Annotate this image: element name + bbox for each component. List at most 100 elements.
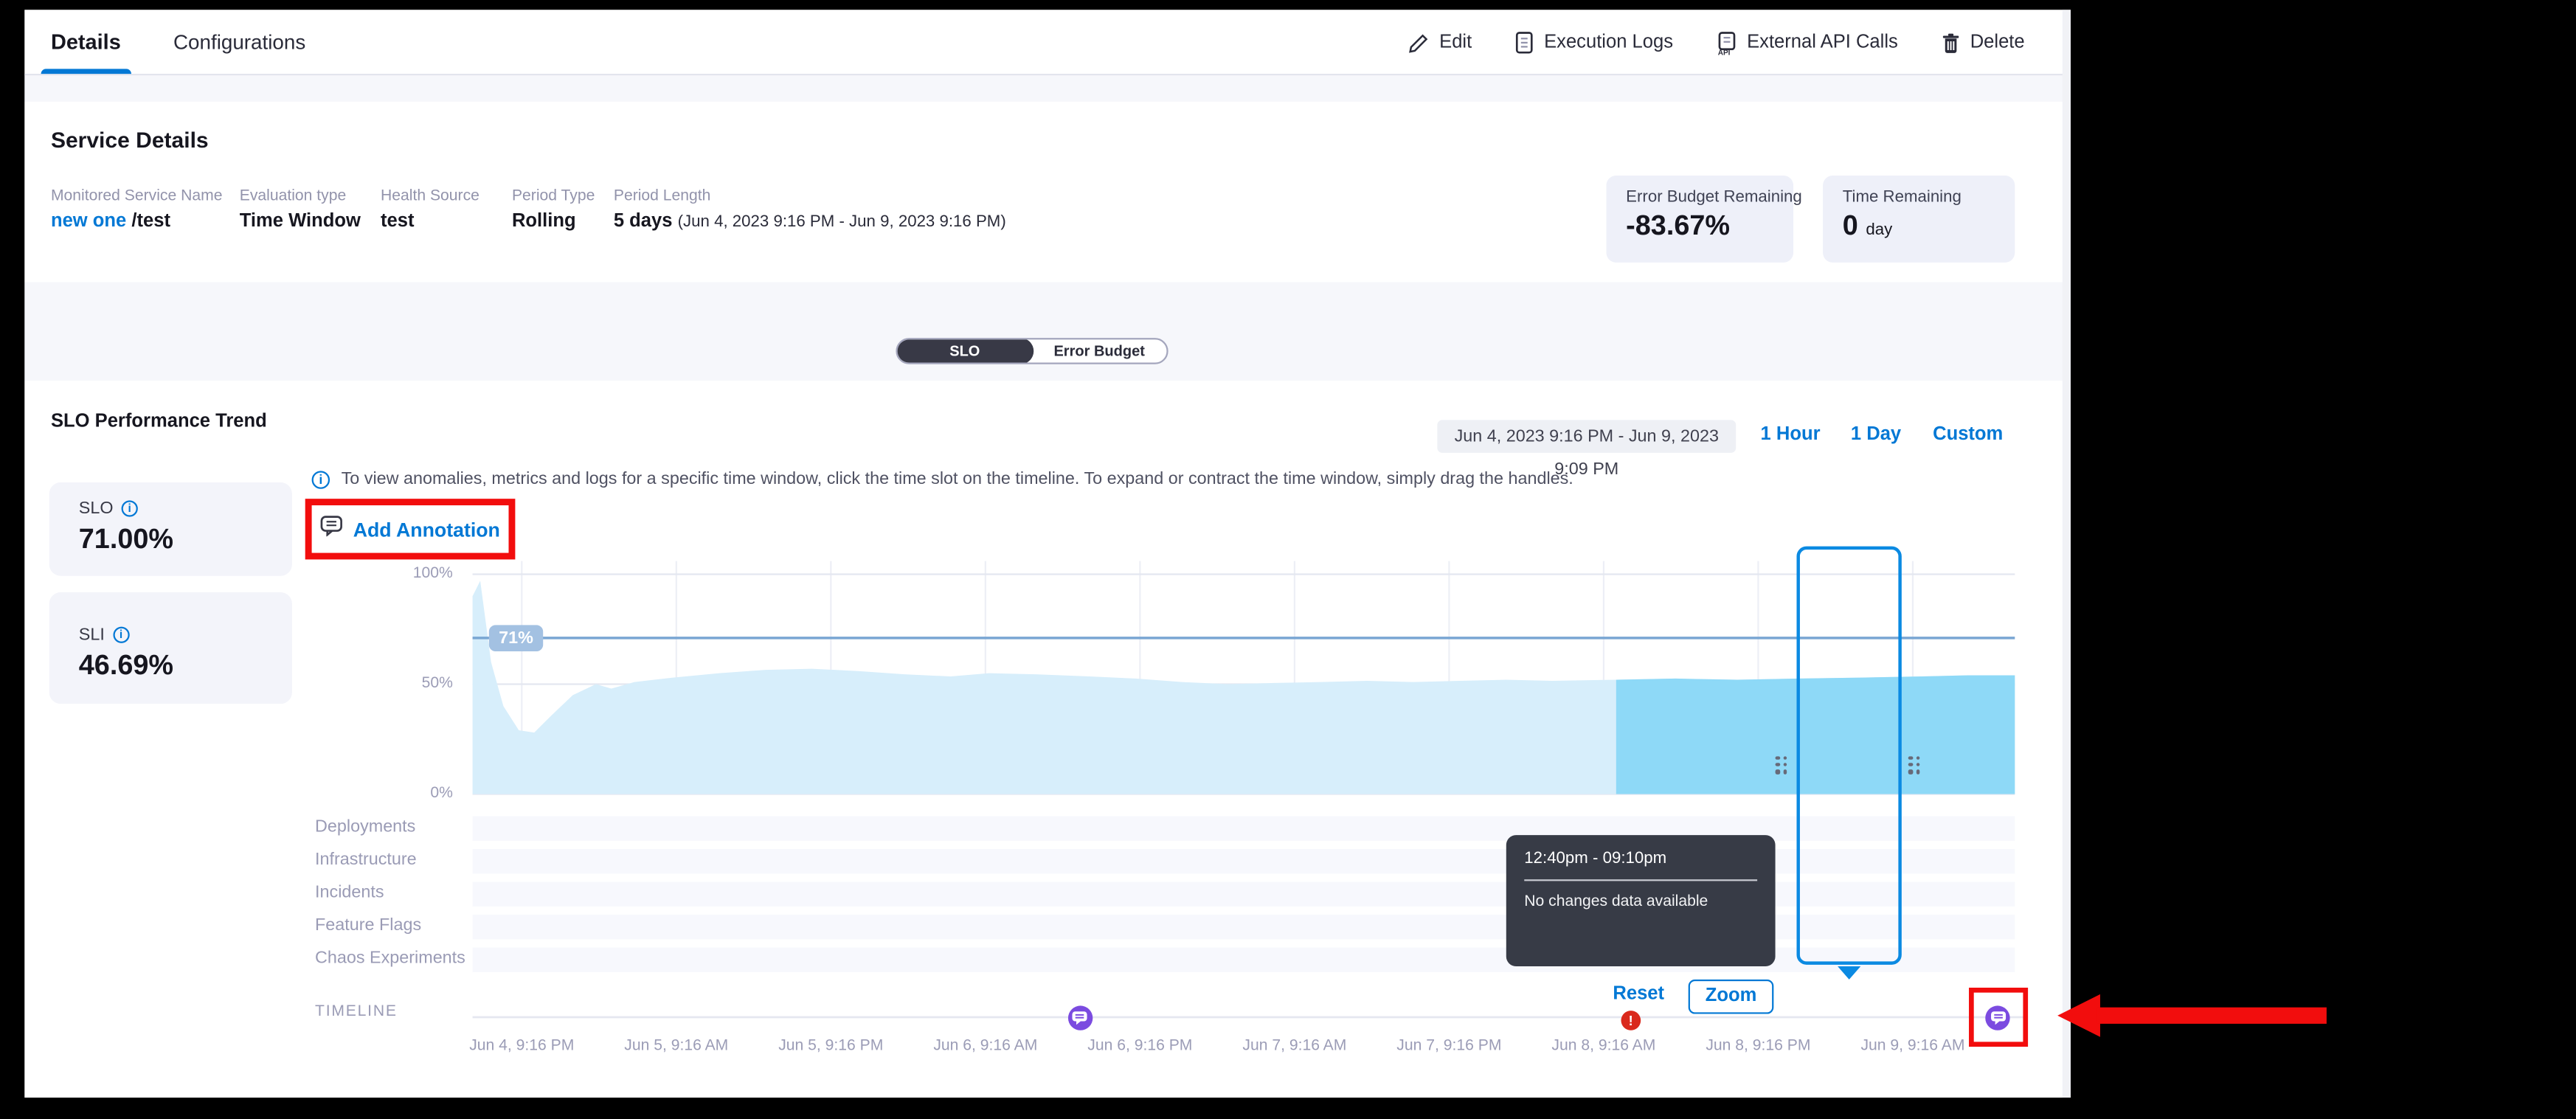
add-annotation-button[interactable]: Add Annotation [305,499,516,559]
stat-value: 0 [1843,210,1858,241]
external-api-calls-label: External API Calls [1747,32,1898,52]
selection-pointer-triangle [1838,966,1861,980]
x-tick: Jun 7, 9:16 AM [1242,1037,1346,1055]
y-tick: 50% [402,674,453,692]
speech-bubble-icon [320,514,343,544]
tooltip-time-range: 12:40pm - 09:10pm [1524,850,1757,867]
field-monitored-service-name: Monitored Service Name new one /test [51,187,240,232]
time-window-selection[interactable] [1796,547,1901,965]
sli-metric-label: SLI [79,625,105,645]
slo-metric-label: SLO [79,499,114,519]
lane-label-feature-flags: Feature Flags [315,915,421,935]
selection-drag-handle-left[interactable] [1776,756,1790,777]
toggle-option-slo[interactable]: SLO [896,338,1033,364]
range-link-1-hour[interactable]: 1 Hour [1761,425,1821,445]
add-annotation-label: Add Annotation [353,518,500,541]
highlight-arrow-shaft [2097,1008,2327,1024]
highlight-arrow-head [2057,994,2100,1037]
field-period-type: Period Type Rolling [512,187,614,232]
execution-logs-label: Execution Logs [1544,32,1673,52]
delete-button[interactable]: Delete [1941,32,2025,53]
lane-label-chaos-experiments: Chaos Experiments [315,949,465,969]
x-tick: Jun 5, 9:16 AM [624,1037,728,1055]
x-tick: Jun 4, 9:16 PM [469,1037,574,1055]
date-range-chip[interactable]: Jun 4, 2023 9:16 PM - Jun 9, 2023 9:09 P… [1437,420,1736,452]
y-tick: 100% [402,564,453,582]
field-value: Rolling [512,212,614,232]
field-label: Health Source [381,187,512,205]
range-link-custom[interactable]: Custom [1933,425,2003,445]
time-remaining-box: Time Remaining 0 day [1823,176,2015,263]
field-label: Evaluation type [240,187,381,205]
field-label: Monitored Service Name [51,187,240,205]
scrollbar[interactable] [2063,10,2071,1098]
reset-button[interactable]: Reset [1613,985,1664,1005]
tab-details[interactable]: Details [44,10,128,74]
field-period-length: Period Length 5 days (Jun 4, 2023 9:16 P… [614,187,1006,232]
slo-metric-value: 71.00% [79,524,263,556]
stat-value: -83.67% [1626,210,1773,243]
edit-button[interactable]: Edit [1408,32,1472,53]
field-health-source: Health Source test [381,187,512,232]
x-tick: Jun 8, 9:16 AM [1551,1037,1655,1055]
error-budget-remaining-box: Error Budget Remaining -83.67% [1606,176,1793,263]
tooltip-divider [1524,879,1757,881]
pencil-icon [1408,32,1430,53]
execution-logs-button[interactable]: Execution Logs [1514,31,1673,54]
tab-details-label: Details [51,30,121,54]
service-details-title: Service Details [51,128,209,152]
annotation-marker-icon[interactable] [1068,1005,1093,1029]
timeline-label: TIMELINE [315,1002,398,1020]
x-tick: Jun 8, 9:16 PM [1706,1037,1810,1055]
field-value: test [381,212,512,232]
screenshot-canvas: Details Configurations Edit Execution Lo… [0,0,2576,1119]
stat-unit: day [1866,221,1892,239]
slo-metric-box: SLO 71.00% [49,482,292,576]
document-icon [1514,31,1534,54]
x-tick: Jun 9, 9:16 AM [1860,1037,1964,1055]
x-tick: Jun 5, 9:16 PM [778,1037,883,1055]
sli-metric-box: SLI 46.69% [49,592,292,704]
page-background-band: SLO Error Budget [24,283,2071,381]
delete-label: Delete [1970,32,2025,52]
range-link-1-day[interactable]: 1 Day [1851,425,1901,445]
x-tick: Jun 7, 9:16 PM [1396,1037,1501,1055]
info-icon[interactable] [122,500,138,516]
edit-label: Edit [1439,32,1472,52]
slo-performance-trend-card: SLO Performance Trend Jun 4, 2023 9:16 P… [24,381,2071,1098]
tooltip-message: No changes data available [1524,893,1757,910]
trend-title: SLO Performance Trend [51,412,267,432]
tab-configurations-label: Configurations [173,30,305,53]
selection-drag-handle-right[interactable] [1909,756,1922,777]
page-background-band [24,75,2071,102]
stat-label: Error Budget Remaining [1626,189,1773,207]
toggle-option-error-budget[interactable]: Error Budget [1032,339,1166,362]
period-length-value: 5 days [614,212,673,232]
info-banner: To view anomalies, metrics and logs for … [312,469,1573,489]
trash-icon [1941,32,1961,53]
error-marker-icon[interactable]: ! [1621,1011,1641,1030]
info-icon[interactable] [113,627,129,643]
lane-label-deployments: Deployments [315,817,415,837]
tabs-bar: Details Configurations Edit Execution Lo… [24,10,2071,75]
external-api-calls-button[interactable]: API External API Calls [1716,30,1898,55]
service-details-card: Service Details Monitored Service Name n… [24,102,2071,283]
active-tab-underline [41,69,131,74]
monitored-service-link[interactable]: new one [51,212,126,232]
field-label: Period Type [512,187,614,205]
monitored-service-suffix: /test [131,212,170,232]
tab-configurations[interactable]: Configurations [167,10,312,74]
toolbar: Edit Execution Logs API External API Cal… [1408,10,2025,75]
y-tick: 0% [402,784,453,802]
lane-label-infrastructure: Infrastructure [315,850,417,870]
field-evaluation-type: Evaluation type Time Window [240,187,381,232]
stat-label: Time Remaining [1843,189,1995,207]
service-details-fields: Monitored Service Name new one /test Eva… [51,187,1006,232]
changes-tooltip: 12:40pm - 09:10pm No changes data availa… [1506,835,1776,966]
sli-metric-value: 46.69% [79,650,263,682]
x-tick: Jun 6, 9:16 PM [1087,1037,1192,1055]
field-label: Period Length [614,187,1006,205]
app-window: Details Configurations Edit Execution Lo… [24,10,2071,1098]
svg-text:API: API [1717,48,1730,55]
zoom-button[interactable]: Zoom [1689,980,1774,1014]
